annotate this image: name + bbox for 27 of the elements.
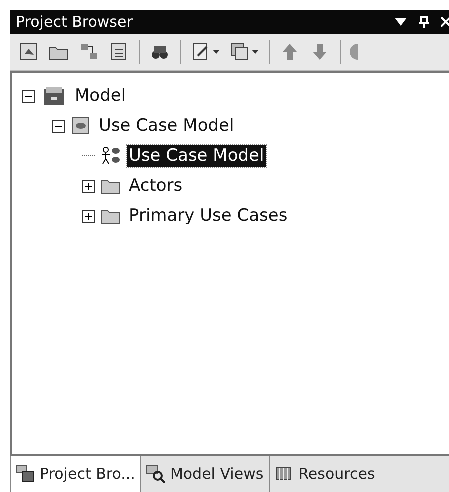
stacked-windows-icon bbox=[230, 42, 250, 62]
tree-item-label[interactable]: Actors bbox=[127, 175, 185, 197]
folder-window-icon bbox=[16, 464, 36, 484]
folder-magnifier-icon bbox=[146, 464, 166, 484]
tree-item-label[interactable]: Primary Use Cases bbox=[127, 205, 290, 227]
package-icon bbox=[71, 116, 91, 136]
cabinet-icon bbox=[41, 86, 67, 106]
new-element-icon bbox=[109, 42, 129, 62]
expand-toggle-icon[interactable] bbox=[82, 180, 95, 192]
tree-item-label[interactable]: Use Case Model bbox=[97, 115, 236, 137]
tree-item-label[interactable]: Use Case Model bbox=[127, 145, 266, 167]
new-model-icon bbox=[19, 42, 39, 62]
arrow-up-icon bbox=[280, 42, 300, 62]
expand-toggle-icon[interactable] bbox=[82, 210, 95, 222]
tree-item-label[interactable]: Model bbox=[73, 85, 128, 107]
collapse-toggle-icon[interactable] bbox=[52, 120, 65, 132]
close-icon[interactable] bbox=[441, 17, 449, 27]
tab[interactable]: Project Bro... bbox=[10, 456, 140, 492]
caret-icon bbox=[213, 50, 220, 54]
caret-icon bbox=[252, 50, 259, 54]
new-diagram-icon bbox=[79, 42, 99, 62]
window-title: Project Browser bbox=[16, 13, 134, 31]
use-case-diagram-icon bbox=[101, 146, 121, 166]
arrow-down-icon bbox=[310, 42, 330, 62]
pin-icon[interactable] bbox=[419, 16, 429, 28]
dropdown-icon[interactable] bbox=[395, 18, 407, 26]
collapse-toggle-icon[interactable] bbox=[22, 90, 35, 102]
